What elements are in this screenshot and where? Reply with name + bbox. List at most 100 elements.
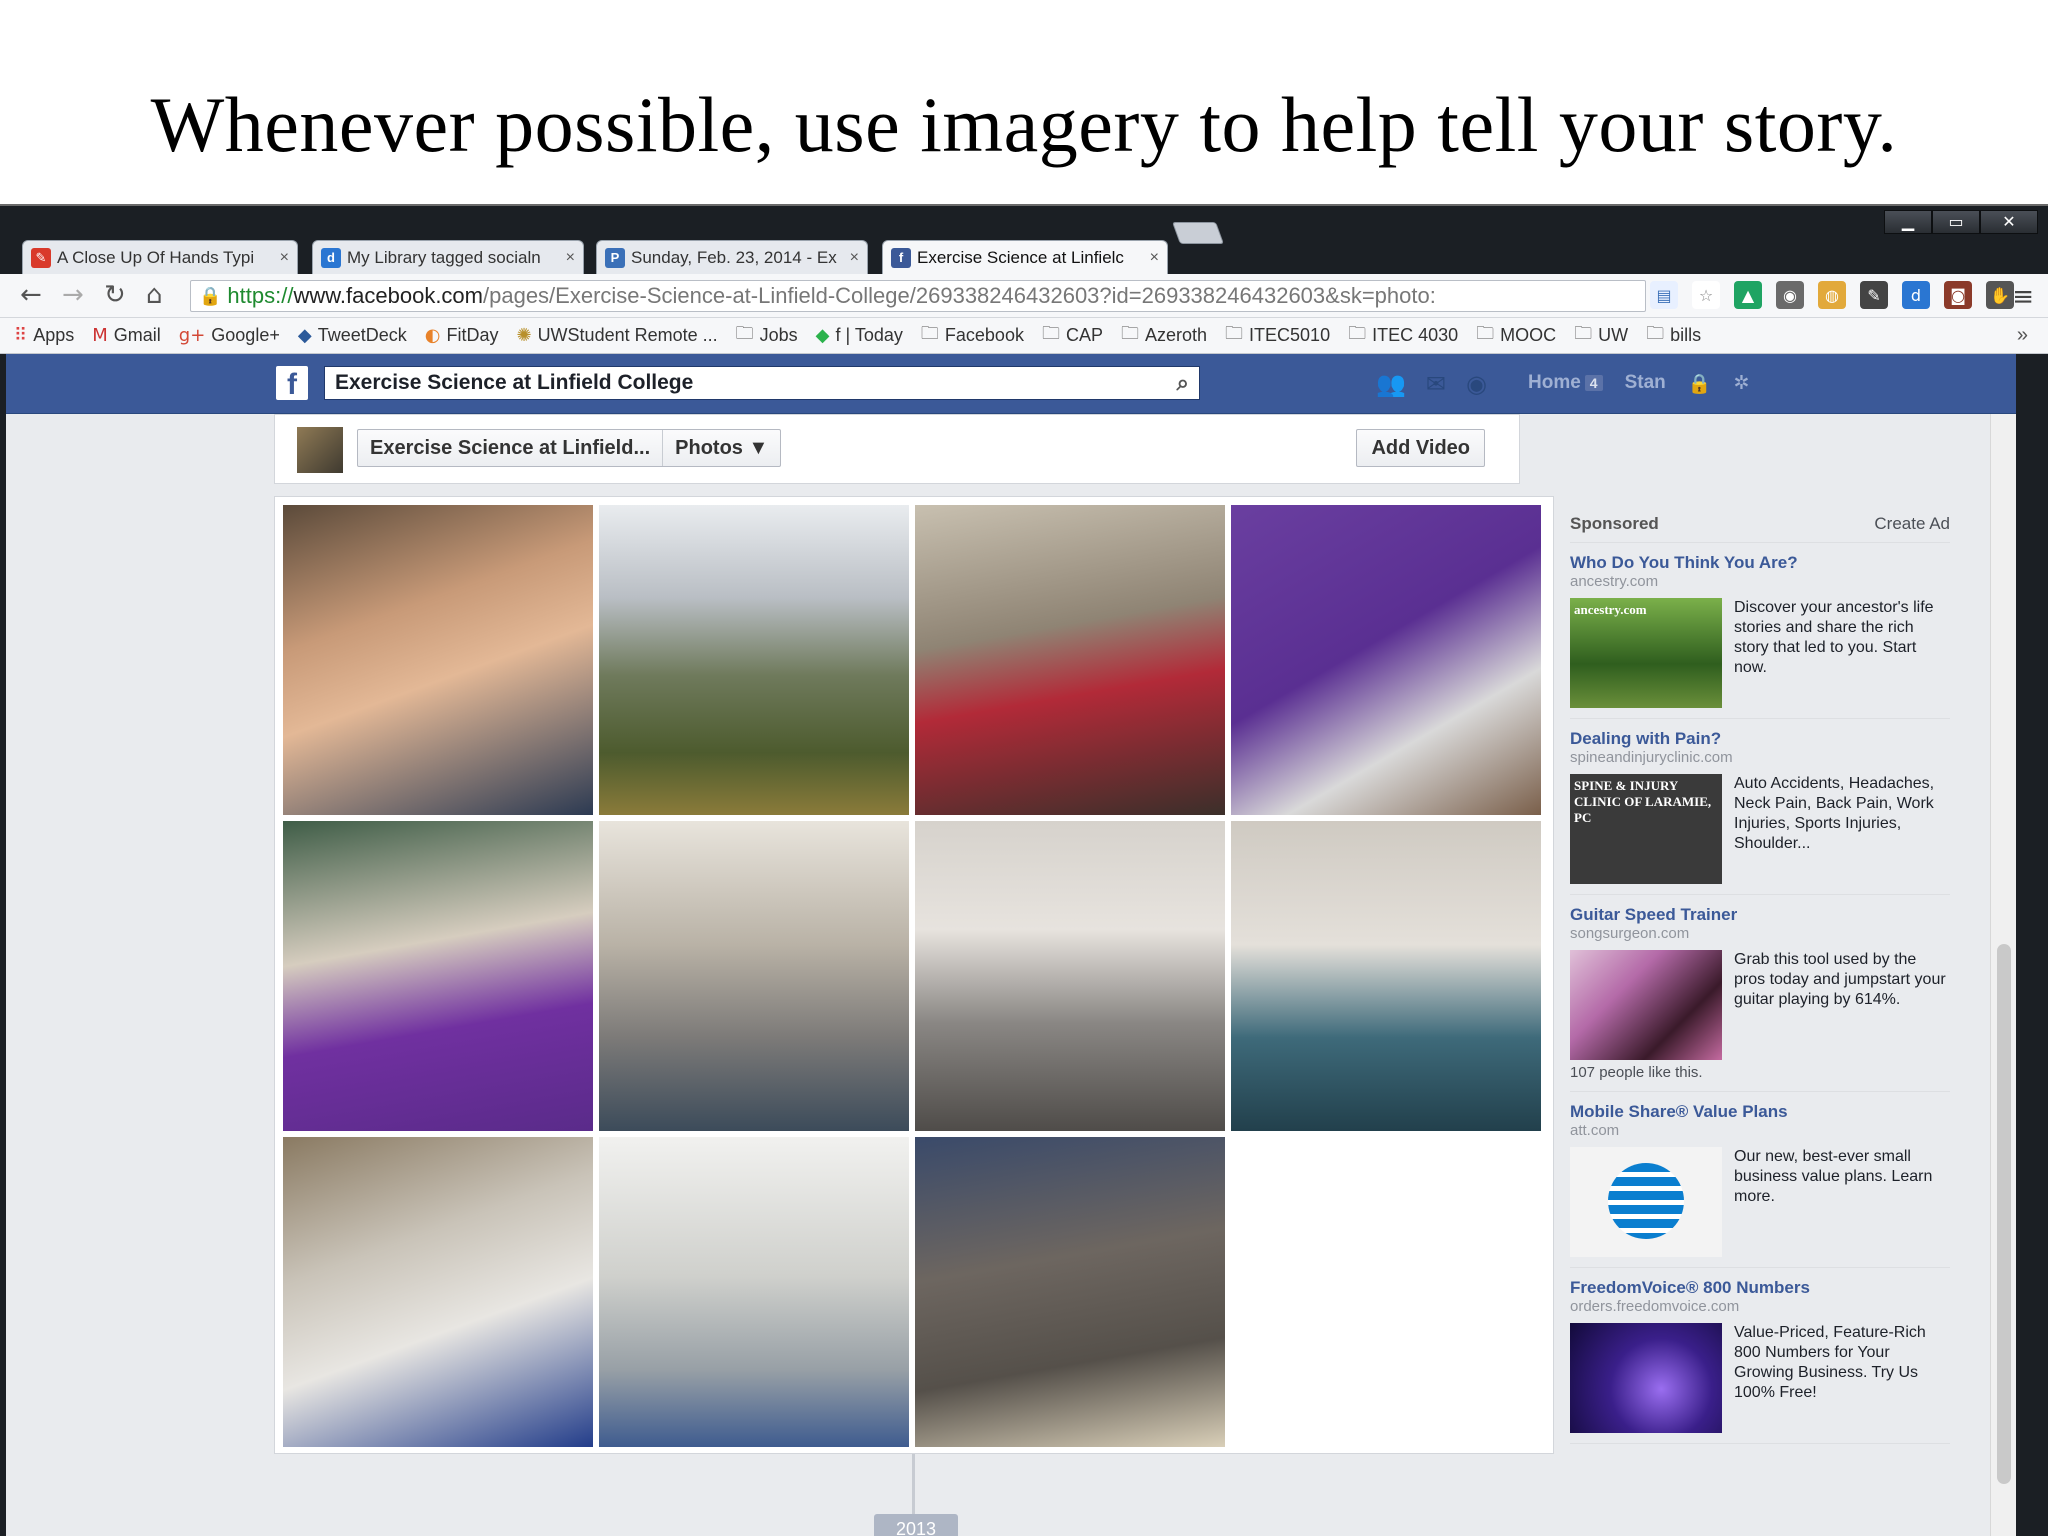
sponsored-ad[interactable]: Who Do You Think You Are? ancestry.com anc…	[1570, 543, 1950, 719]
tab-close-icon[interactable]: ×	[566, 249, 575, 267]
address-bar[interactable]: 🔒 https://www.facebook.com/pages/Exercis…	[190, 280, 1646, 312]
photo-skeleton-floor[interactable]	[915, 1137, 1225, 1447]
photo-student-scrubs[interactable]	[283, 1137, 593, 1447]
bookmark-label: ITEC5010	[1249, 325, 1331, 345]
sponsored-label: Sponsored	[1570, 514, 1659, 533]
minimize-button[interactable]: ▁	[1884, 210, 1932, 234]
home-icon[interactable]: ⌂	[146, 282, 163, 308]
photo-booth-volunteers[interactable]	[283, 821, 593, 1131]
sponsored-ad[interactable]: Dealing with Pain? spineandinjuryclinic.c…	[1570, 719, 1950, 895]
gmail-icon: M	[92, 325, 108, 346]
browser-tab[interactable]: P Sunday, Feb. 23, 2014 - Ex ×	[596, 240, 868, 274]
bookmark-item[interactable]: ✺ UWStudent Remote ...	[516, 325, 717, 346]
ad-likes[interactable]: 107 people like this.	[1570, 1064, 1950, 1081]
folder-icon: 🗀	[735, 322, 754, 344]
browser-tab[interactable]: ✎ A Close Up Of Hands Typi ×	[22, 240, 298, 274]
scrollbar-thumb[interactable]	[1997, 944, 2011, 1484]
ad-title[interactable]: Dealing with Pain?	[1570, 729, 1950, 749]
ad-image[interactable]	[1570, 1323, 1722, 1433]
photo-tank-lift[interactable]	[915, 821, 1225, 1131]
year-marker[interactable]: 2013	[874, 1514, 958, 1536]
bookmark-item[interactable]: 🗀 ITEC 4030	[1348, 321, 1458, 351]
extension-icon[interactable]: ◉	[1776, 281, 1804, 309]
add-video-button[interactable]: Add Video	[1356, 429, 1485, 467]
tab-close-icon[interactable]: ×	[280, 249, 289, 267]
bookmark-label: Jobs	[759, 325, 798, 345]
bookmark-item[interactable]: 🗀 Jobs	[736, 321, 798, 351]
photos-dropdown[interactable]: Photos ▼	[662, 430, 780, 466]
home-link[interactable]: Home 4	[1528, 372, 1603, 396]
create-ad-link[interactable]: Create Ad	[1874, 514, 1950, 534]
new-tab-button[interactable]	[1171, 222, 1225, 244]
reload-icon[interactable]: ↻	[104, 282, 126, 308]
bookmark-item[interactable]: ⠿ Apps	[14, 325, 74, 346]
bookmarks-overflow-icon[interactable]: »	[2017, 324, 2028, 347]
back-icon[interactable]: ←	[20, 282, 42, 308]
bookmark-item[interactable]: 🗀 UW	[1574, 321, 1628, 351]
page-thumbnail[interactable]	[297, 427, 343, 473]
ad-title[interactable]: Guitar Speed Trainer	[1570, 905, 1950, 925]
page-icon[interactable]: ▤	[1650, 281, 1678, 309]
profile-link[interactable]: Stan	[1625, 372, 1666, 396]
ad-domain: ancestry.com	[1570, 573, 1659, 590]
diigo-icon[interactable]: d	[1902, 281, 1930, 309]
menu-icon[interactable]: ≡	[2012, 282, 2034, 312]
ad-title[interactable]: FreedomVoice® 800 Numbers	[1570, 1278, 1950, 1298]
ad-title[interactable]: Who Do You Think You Are?	[1570, 553, 1950, 573]
photo-purple-table-equipment[interactable]	[1231, 505, 1541, 815]
sponsored-ad[interactable]: Guitar Speed Trainer songsurgeon.com Grab …	[1570, 895, 1950, 1092]
tab-close-icon[interactable]: ×	[1150, 249, 1159, 267]
ad-image[interactable]: SPINE & INJURY CLINIC OF LARAMIE, PC	[1570, 774, 1722, 884]
page-name-button[interactable]: Exercise Science at Linfield...	[358, 430, 662, 466]
bookmark-item[interactable]: ◆ f | Today	[816, 325, 903, 346]
notifications-icon[interactable]: ◉	[1466, 370, 1487, 398]
photo-lift-demo[interactable]	[599, 821, 909, 1131]
messages-icon[interactable]: ✉	[1426, 370, 1446, 398]
sponsored-ad[interactable]: FreedomVoice® 800 Numbers orders.freedomv…	[1570, 1268, 1950, 1444]
tab-close-icon[interactable]: ×	[850, 249, 859, 267]
privacy-icon[interactable]: 🔒	[1688, 372, 1712, 396]
photo-fair-booth[interactable]	[915, 505, 1225, 815]
photo-xray-view[interactable]	[599, 1137, 909, 1447]
friend-requests-icon[interactable]: 👥	[1376, 370, 1406, 398]
bookmark-item[interactable]: 🗀 ITEC5010	[1225, 321, 1330, 351]
bookmark-item[interactable]: g+ Google+	[179, 325, 280, 346]
bookmark-item[interactable]: ◐ FitDay	[425, 325, 499, 346]
bookmark-star-icon[interactable]: ☆	[1692, 281, 1720, 309]
extension-icon[interactable]: ◍	[1818, 281, 1846, 309]
settings-gear-icon[interactable]: ✲	[1733, 372, 1749, 396]
bookmark-item[interactable]: M Gmail	[92, 325, 161, 346]
ad-image[interactable]: ancestry.com	[1570, 598, 1722, 708]
scrollbar[interactable]	[1990, 414, 2016, 1536]
sponsored-ad[interactable]: Mobile Share® Value Plans att.com Our new,…	[1570, 1092, 1950, 1268]
bookmark-item[interactable]: 🗀 CAP	[1042, 321, 1103, 351]
bookmark-item[interactable]: 🗀 MOOC	[1476, 321, 1556, 351]
ad-title[interactable]: Mobile Share® Value Plans	[1570, 1102, 1950, 1122]
drive-icon[interactable]: ▲	[1734, 281, 1762, 309]
google-plus-icon: g+	[178, 325, 206, 346]
facebook-logo-icon[interactable]: f	[276, 366, 308, 401]
photo-man-portrait[interactable]	[283, 505, 593, 815]
close-window-button[interactable]: ✕	[1980, 210, 2038, 234]
notification-icons: 👥 ✉ ◉	[1376, 370, 1487, 398]
search-input[interactable]: Exercise Science at Linfield College ⌕	[324, 366, 1200, 400]
facebook-page: f Exercise Science at Linfield College ⌕…	[6, 354, 2016, 1536]
ad-image[interactable]	[1570, 1147, 1722, 1257]
search-icon[interactable]: ⌕	[1177, 371, 1189, 396]
browser-tab[interactable]: f Exercise Science at Linfielc ×	[882, 240, 1168, 274]
bookmark-item[interactable]: ◆ TweetDeck	[298, 325, 407, 346]
forward-icon[interactable]: →	[62, 282, 84, 308]
photo-water-tank-student[interactable]	[1231, 821, 1541, 1131]
maximize-button[interactable]: ▭	[1932, 210, 1980, 234]
extension-icon[interactable]: ✋	[1986, 281, 2014, 309]
page-section-selector[interactable]: Exercise Science at Linfield... Photos ▼	[357, 429, 782, 467]
extension-icon[interactable]: ✎	[1860, 281, 1888, 309]
camera-icon[interactable]: ◙	[1944, 281, 1972, 309]
bookmark-item[interactable]: 🗀 Facebook	[921, 321, 1024, 351]
bookmark-item[interactable]: 🗀 bills	[1646, 321, 1701, 351]
bookmark-item[interactable]: 🗀 Azeroth	[1121, 321, 1207, 351]
ad-image[interactable]	[1570, 950, 1722, 1060]
browser-tab[interactable]: d My Library tagged socialn ×	[312, 240, 584, 274]
bookmark-label: Gmail	[113, 325, 161, 345]
photo-mountain-hiker[interactable]	[599, 505, 909, 815]
